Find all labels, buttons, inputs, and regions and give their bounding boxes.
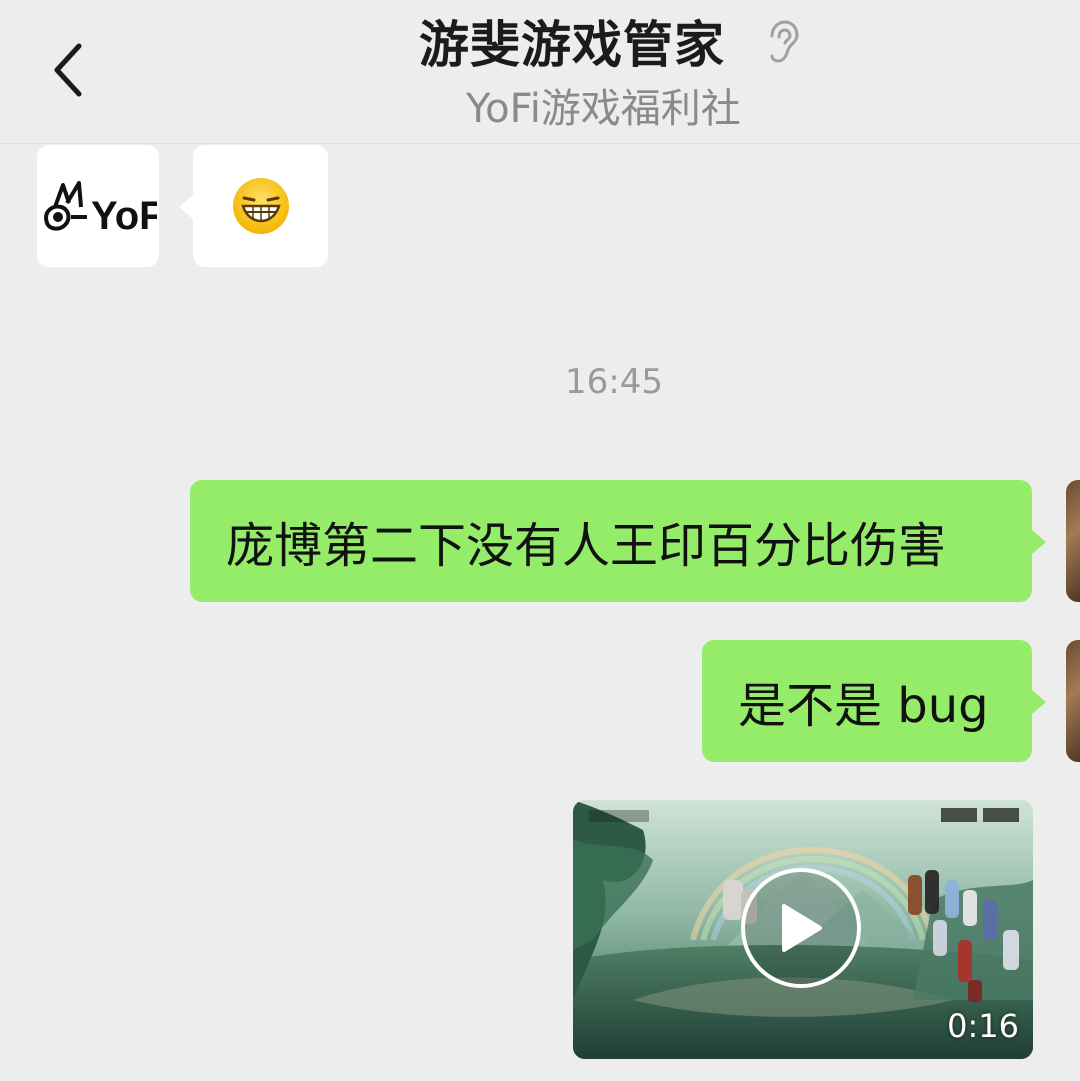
video-message[interactable]: 0:16 <box>573 800 1033 1059</box>
incoming-message-bubble[interactable] <box>179 145 328 267</box>
chat-title-wrap: 游斐游戏管家 <box>419 8 725 74</box>
contact-avatar[interactable]: YoFi <box>37 145 159 267</box>
video-duration: 0:16 <box>947 1007 1019 1045</box>
chat-title: 游斐游戏管家 <box>419 16 725 74</box>
avatar-logo-text: YoFi <box>91 194 157 238</box>
my-avatar[interactable] <box>1066 640 1080 762</box>
outgoing-message-bubble[interactable]: 庞博第二下没有人王印百分比伤害 <box>190 480 1046 602</box>
outgoing-message-bubble[interactable]: 是不是 bug <box>702 640 1046 762</box>
chat-screen: 游斐游戏管家 YoFi游戏福利社 YoFi <box>0 0 1080 1081</box>
message-text: 是不是 bug <box>738 678 989 734</box>
chat-header: 游斐游戏管家 YoFi游戏福利社 <box>0 0 1080 144</box>
my-avatar[interactable] <box>1066 480 1080 602</box>
grin-emoji <box>232 178 289 234</box>
play-button[interactable] <box>741 868 861 988</box>
chat-subtitle: YoFi游戏福利社 <box>466 86 741 132</box>
ear-icon <box>770 20 799 63</box>
yofi-logo: YoFi <box>44 181 157 238</box>
message-timestamp: 16:45 <box>565 362 663 402</box>
chevron-left-icon <box>54 43 82 97</box>
back-button[interactable] <box>36 34 100 106</box>
play-icon <box>782 904 822 952</box>
message-text: 庞博第二下没有人王印百分比伤害 <box>226 518 947 574</box>
